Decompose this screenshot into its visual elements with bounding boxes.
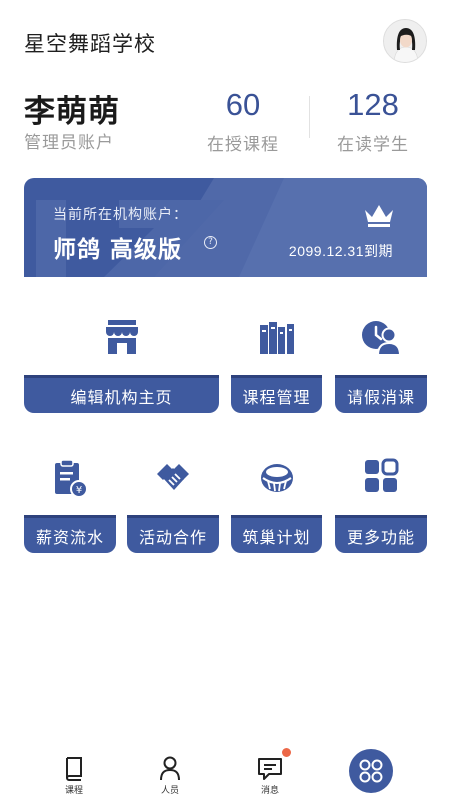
question-circle-icon[interactable]: ? [204,236,217,249]
tile-more-functions[interactable]: 更多功能 [335,458,427,553]
storefront-icon [105,320,138,354]
svg-text:¥: ¥ [76,485,82,496]
book-icon [66,757,82,781]
header: 星空舞蹈学校 [0,0,450,80]
tile-salary-flow[interactable]: ¥ 薪资流水 [24,458,116,553]
tile-leave-cancel[interactable]: 请假消课 [335,318,427,413]
tab-messages-label: 消息 [260,786,279,796]
nest-icon [260,464,293,492]
school-name[interactable]: 星空舞蹈学校 [24,28,156,58]
handshake-icon [157,464,189,490]
salary-clipboard-icon: ¥ [55,459,88,498]
avatar-image [384,20,426,62]
tile-more-functions-label: 更多功能 [335,515,427,553]
tile-course-management-label: 课程管理 [231,375,322,413]
tile-nest-plan-label: 筑巢计划 [231,515,322,553]
stat-students[interactable]: 128 在读学生 [328,87,418,155]
user-role: 管理员账户 [24,133,114,153]
apps-fab-button[interactable] [349,749,393,793]
stat-students-label: 在读学生 [337,135,409,155]
banner-caption: 当前所在机构账户： [53,207,188,223]
tile-nest-plan[interactable]: 筑巢计划 [231,458,322,553]
stat-divider [309,96,310,138]
banner-title: 师鸽 高级版 [53,237,183,263]
banner-expiry: 2099.12.31到期 [288,243,393,259]
stat-courses-label: 在授课程 [207,135,279,155]
stat-courses-value: 60 [225,87,261,122]
tile-activity-cooperation[interactable]: 活动合作 [127,458,219,553]
tab-people-label: 人员 [160,786,179,796]
message-icon [258,758,282,780]
stat-students-value: 128 [347,87,399,122]
tab-people[interactable]: 人员 [140,756,200,796]
avatar[interactable] [383,19,427,63]
stat-courses[interactable]: 60 在授课程 [198,87,288,155]
user-name: 李萌萌 [24,94,120,130]
tile-activity-cooperation-label: 活动合作 [127,515,219,553]
books-icon [259,322,294,354]
person-icon [160,756,180,781]
grid-icon [365,458,399,492]
tile-edit-homepage[interactable]: 编辑机构主页 [24,318,219,413]
message-badge-dot [282,748,291,757]
apps-circle-icon [359,759,383,783]
tile-leave-cancel-label: 请假消课 [335,375,427,413]
account-banner[interactable]: 当前所在机构账户： 师鸽 高级版 ? 2099.12.31到期 [24,178,427,277]
tab-courses-label: 课程 [64,786,83,796]
crown-icon [365,205,393,227]
tab-courses[interactable]: 课程 [44,756,104,796]
tab-messages[interactable]: 消息 [240,756,300,796]
tile-edit-homepage-label: 编辑机构主页 [24,375,219,413]
person-clock-icon [362,321,401,356]
tile-course-management[interactable]: 课程管理 [231,318,322,413]
tile-salary-flow-label: 薪资流水 [24,515,116,553]
